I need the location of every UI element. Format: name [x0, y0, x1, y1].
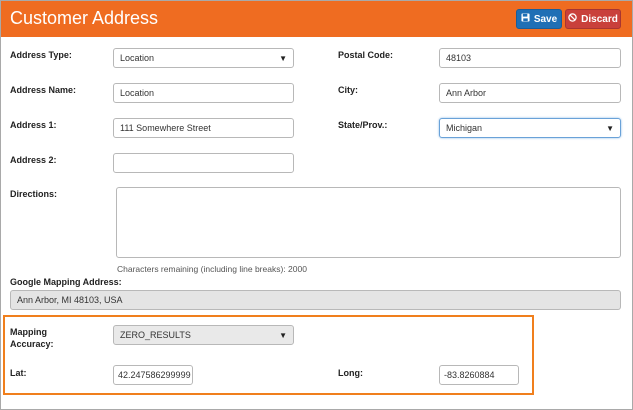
floppy-disk-icon [521, 13, 530, 25]
mapping-accuracy-label-line1: Mapping [10, 327, 47, 337]
address1-value: 111 Somewhere Street [120, 123, 211, 133]
address-type-value: Location [120, 53, 155, 63]
address-type-label: Address Type: [10, 50, 72, 60]
address-type-select[interactable]: Location ▼ [113, 48, 294, 68]
address2-label: Address 2: [10, 155, 57, 165]
dropdown-arrow-icon: ▼ [279, 53, 287, 63]
address-name-label: Address Name: [10, 85, 77, 95]
postal-code-label: Postal Code: [338, 50, 394, 60]
google-mapping-address-label: Google Mapping Address: [10, 277, 122, 287]
mapping-accuracy-select[interactable]: ZERO_RESULTS ▼ [113, 325, 294, 345]
long-value: -83.8260884 [444, 370, 495, 380]
postal-code-value: 48103 [446, 53, 472, 63]
address1-label: Address 1: [10, 120, 57, 130]
cancel-circle-icon [568, 13, 577, 25]
mapping-accuracy-label: Mapping Accuracy: [10, 326, 54, 350]
state-select[interactable]: Michigan ▼ [439, 118, 621, 138]
mapping-accuracy-label-line2: Accuracy: [10, 339, 54, 349]
page-title: Customer Address [10, 8, 159, 28]
characters-remaining-note: Characters remaining (including line bre… [117, 264, 307, 274]
google-mapping-address-field: Ann Arbor, MI 48103, USA [10, 290, 621, 310]
long-input[interactable]: -83.8260884 [439, 365, 519, 385]
address1-input[interactable]: 111 Somewhere Street [113, 118, 294, 138]
discard-button[interactable]: Discard [565, 9, 621, 29]
lat-label: Lat: [10, 368, 27, 378]
panel-header: Customer Address Save Discard [1, 1, 632, 37]
mapping-accuracy-value: ZERO_RESULTS [120, 330, 191, 340]
google-mapping-address-value: Ann Arbor, MI 48103, USA [17, 295, 123, 305]
postal-code-input[interactable]: 48103 [439, 48, 621, 68]
directions-label: Directions: [10, 189, 58, 199]
city-input[interactable]: Ann Arbor [439, 83, 621, 103]
long-label: Long: [338, 368, 363, 378]
dropdown-arrow-icon: ▼ [606, 123, 614, 133]
state-value: Michigan [446, 123, 483, 133]
city-value: Ann Arbor [446, 88, 487, 98]
address-name-value: Location [120, 88, 155, 98]
lat-value: 42.247586299999 [118, 370, 191, 380]
save-button[interactable]: Save [516, 9, 562, 29]
lat-input[interactable]: 42.247586299999 [113, 365, 193, 385]
address-name-input[interactable]: Location [113, 83, 294, 103]
state-label: State/Prov.: [338, 120, 388, 130]
discard-label: Discard [581, 13, 618, 25]
directions-textarea[interactable] [116, 187, 621, 258]
customer-address-panel: Customer Address Save Discard Address Ty… [0, 0, 633, 410]
save-label: Save [533, 13, 558, 25]
dropdown-arrow-icon: ▼ [279, 330, 287, 340]
address2-input[interactable] [113, 153, 294, 173]
city-label: City: [338, 85, 358, 95]
